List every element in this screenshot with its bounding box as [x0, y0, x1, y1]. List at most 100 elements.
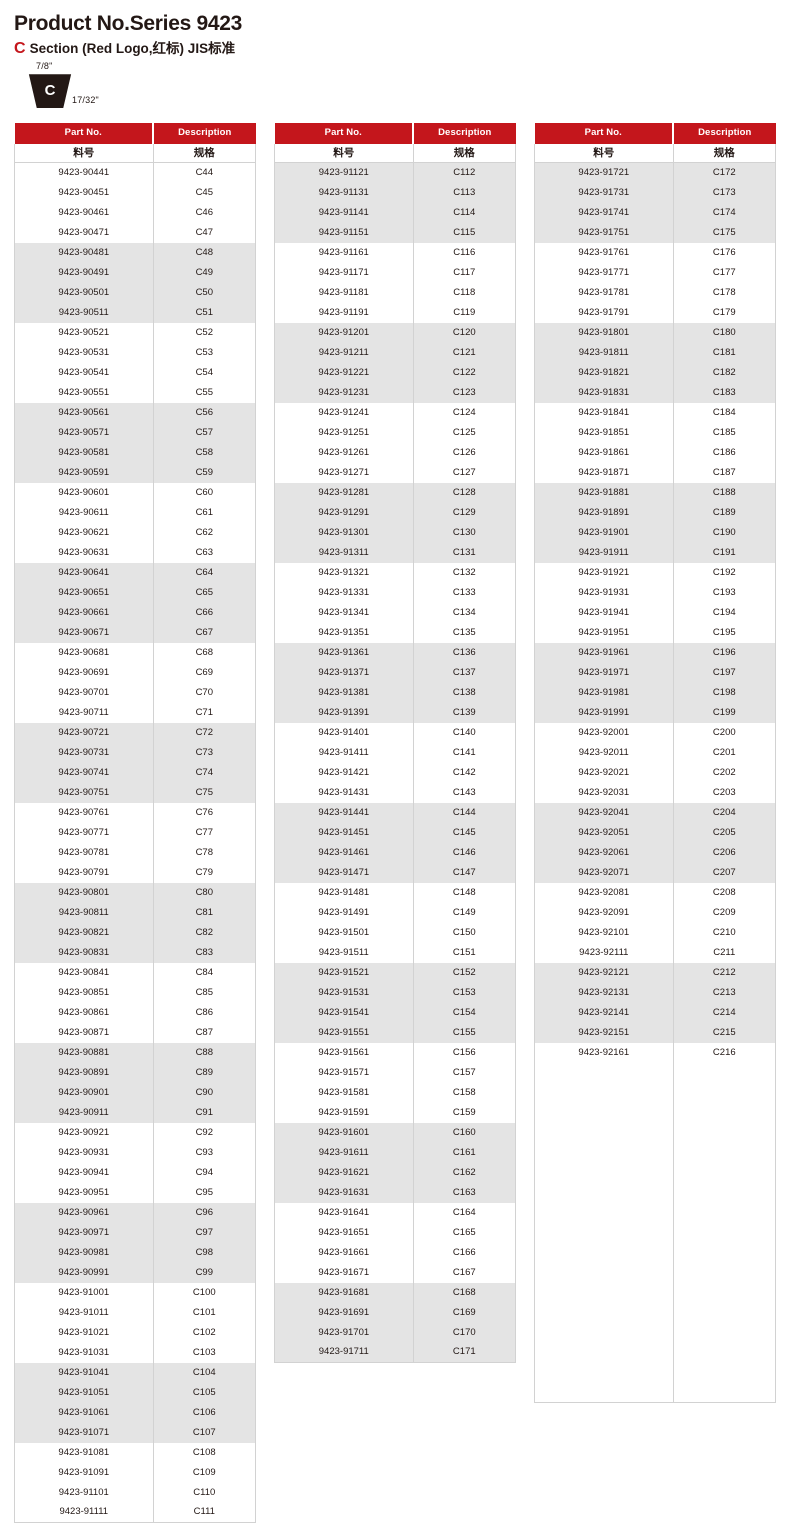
cell-description-empty — [672, 1142, 777, 1163]
cell-part-no: 9423-91001 — [14, 1282, 154, 1303]
cell-part-no: 9423-91011 — [14, 1302, 154, 1323]
cell-description: C72 — [152, 722, 257, 743]
cell-description: C80 — [152, 882, 257, 903]
cell-part-no: 9423-91471 — [274, 862, 414, 883]
cell-description: C190 — [672, 522, 777, 543]
table-row: 9423-91651 C165 — [274, 1222, 517, 1243]
cell-description: C186 — [672, 442, 777, 463]
cell-description: C85 — [152, 982, 257, 1003]
cell-description: C105 — [152, 1382, 257, 1403]
table-row: 9423-91291 C129 — [274, 502, 517, 523]
table-row: 9423-91781 C178 — [534, 282, 777, 303]
cell-part-no: 9423-90481 — [14, 242, 154, 263]
cell-part-no: 9423-91671 — [274, 1262, 414, 1283]
cell-part-no: 9423-92071 — [534, 862, 674, 883]
cell-part-no: 9423-90471 — [14, 222, 154, 243]
belt-trapezoid-icon: C — [28, 74, 72, 109]
table-row: 9423-91141 C114 — [274, 202, 517, 223]
cell-part-no: 9423-90761 — [14, 802, 154, 823]
table-row: 9423-91751 C175 — [534, 222, 777, 243]
cell-part-no: 9423-91591 — [274, 1102, 414, 1123]
cell-description: C204 — [672, 802, 777, 823]
table-row: 9423-90611 C61 — [14, 502, 257, 523]
table-row: 9423-92061 C206 — [534, 842, 777, 863]
table-row: 9423-91101 C110 — [14, 1482, 257, 1503]
cell-description: C161 — [412, 1142, 517, 1163]
table-row: 9423-91271 C127 — [274, 462, 517, 483]
table-row: 9423-91711 C171 — [274, 1342, 517, 1364]
cell-part-no: 9423-91261 — [274, 442, 414, 463]
table-row: 9423-90591 C59 — [14, 462, 257, 483]
cell-part-no-empty — [534, 1302, 674, 1323]
table-row: 9423-91801 C180 — [534, 322, 777, 343]
cell-part-no: 9423-91891 — [534, 502, 674, 523]
table-row-empty — [534, 1282, 777, 1303]
table-row: 9423-91061 C106 — [14, 1402, 257, 1423]
cell-part-no: 9423-91741 — [534, 202, 674, 223]
table-row: 9423-90901 C90 — [14, 1082, 257, 1103]
cell-part-no: 9423-92101 — [534, 922, 674, 943]
cell-description: C106 — [152, 1402, 257, 1423]
table-row: 9423-90451 C45 — [14, 182, 257, 203]
cell-part-no: 9423-91231 — [274, 382, 414, 403]
table-row: 9423-91411 C141 — [274, 742, 517, 763]
cell-description: C169 — [412, 1302, 517, 1323]
cell-description: C191 — [672, 542, 777, 563]
cell-part-no-empty — [534, 1182, 674, 1203]
cell-description: C216 — [672, 1042, 777, 1063]
table-row: 9423-91541 C154 — [274, 1002, 517, 1023]
table-row: 9423-91191 C119 — [274, 302, 517, 323]
cell-description: C165 — [412, 1222, 517, 1243]
cell-part-no: 9423-90821 — [14, 922, 154, 943]
cell-description: C155 — [412, 1022, 517, 1043]
cell-description: C59 — [152, 462, 257, 483]
column-subheader-description: 规格 — [672, 143, 777, 164]
cell-part-no: 9423-90511 — [14, 302, 154, 323]
parts-table-columns: Part No. Description 料号 规格 9423-90441 C44 9423… — [14, 123, 777, 1523]
cell-description-empty — [672, 1362, 777, 1383]
cell-part-no: 9423-90571 — [14, 422, 154, 443]
cell-part-no: 9423-91721 — [534, 162, 674, 183]
cell-part-no: 9423-90661 — [14, 602, 154, 623]
cell-description: C83 — [152, 942, 257, 963]
cell-description: C192 — [672, 562, 777, 583]
cell-part-no: 9423-92051 — [534, 822, 674, 843]
cell-description: C86 — [152, 1002, 257, 1023]
cell-description: C127 — [412, 462, 517, 483]
cell-part-no: 9423-92011 — [534, 742, 674, 763]
cell-part-no: 9423-91251 — [274, 422, 414, 443]
cell-description: C197 — [672, 662, 777, 683]
cell-description: C66 — [152, 602, 257, 623]
cell-description: C51 — [152, 302, 257, 323]
cell-part-no: 9423-90681 — [14, 642, 154, 663]
cell-description: C95 — [152, 1182, 257, 1203]
cell-part-no: 9423-90831 — [14, 942, 154, 963]
cell-description: C56 — [152, 402, 257, 423]
cell-part-no: 9423-90981 — [14, 1242, 154, 1263]
cell-description: C198 — [672, 682, 777, 703]
table-row: 9423-91451 C145 — [274, 822, 517, 843]
table-row: 9423-90561 C56 — [14, 402, 257, 423]
table-row: 9423-90631 C63 — [14, 542, 257, 563]
table-row: 9423-90771 C77 — [14, 822, 257, 843]
cell-description-empty — [672, 1282, 777, 1303]
table-row: 9423-91561 C156 — [274, 1042, 517, 1063]
table-row: 9423-91831 C183 — [534, 382, 777, 403]
cell-part-no: 9423-90531 — [14, 342, 154, 363]
cell-part-no: 9423-90791 — [14, 862, 154, 883]
cell-description: C136 — [412, 642, 517, 663]
table-row: 9423-91771 C177 — [534, 262, 777, 283]
table-row: 9423-91241 C124 — [274, 402, 517, 423]
cell-part-no: 9423-90721 — [14, 722, 154, 743]
cell-description: C129 — [412, 502, 517, 523]
table-row-empty — [534, 1082, 777, 1103]
belt-cross-section-figure: 7/8" C 17/32" — [14, 61, 776, 117]
cell-part-no: 9423-90461 — [14, 202, 154, 223]
cell-description: C132 — [412, 562, 517, 583]
cell-part-no: 9423-91571 — [274, 1062, 414, 1083]
cell-part-no: 9423-91221 — [274, 362, 414, 383]
table-row: 9423-91631 C163 — [274, 1182, 517, 1203]
table-row: 9423-92031 C203 — [534, 782, 777, 803]
cell-part-no: 9423-90611 — [14, 502, 154, 523]
cell-description: C152 — [412, 962, 517, 983]
